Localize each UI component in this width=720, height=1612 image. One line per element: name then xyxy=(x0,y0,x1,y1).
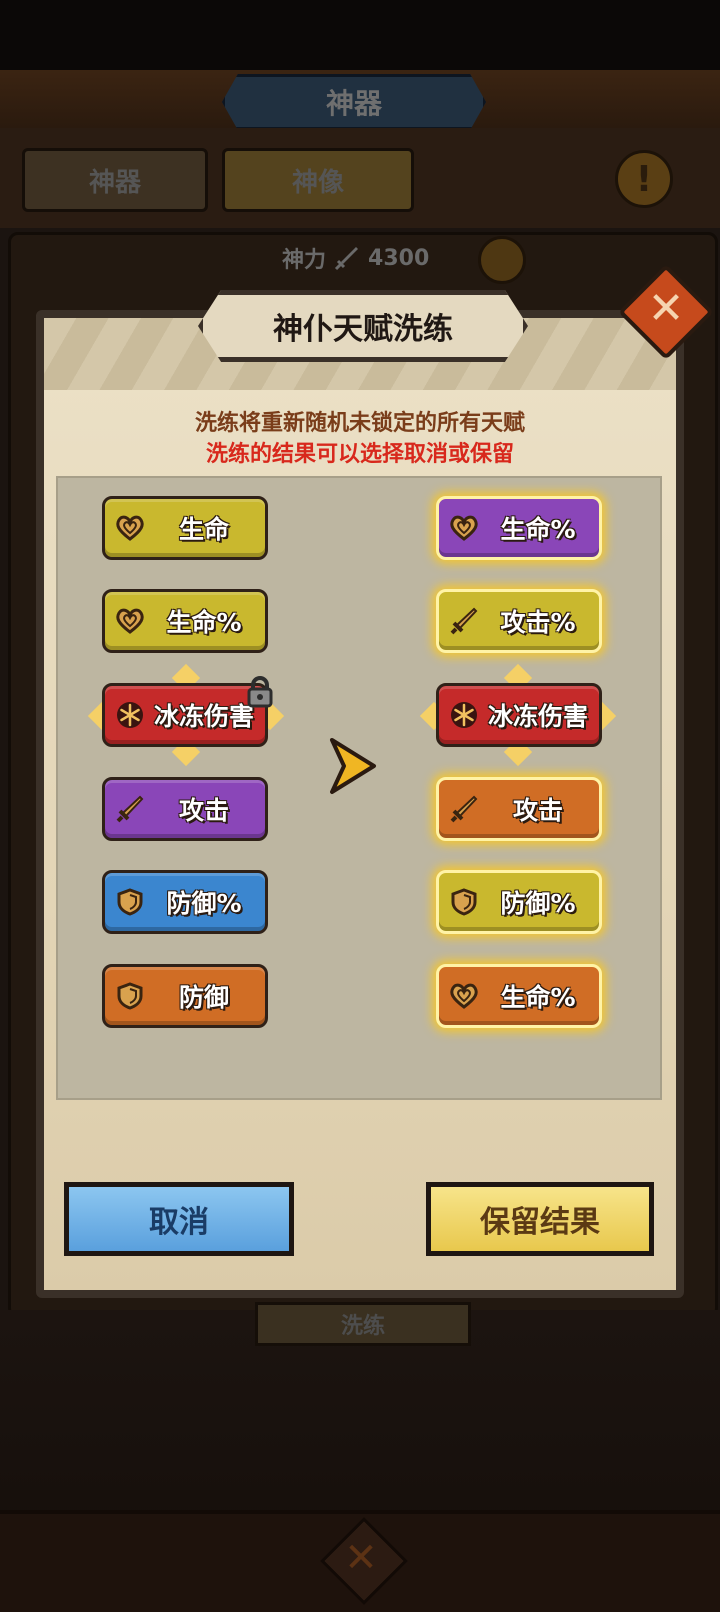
talent-label: 防御% xyxy=(166,889,242,918)
shield-icon xyxy=(113,979,147,1013)
power-display: 神力 4300 xyxy=(282,240,429,276)
new-talent-item[interactable]: 冰冻伤害 xyxy=(436,683,602,747)
description-line-1: 洗练将重新随机未锁定的所有天赋 xyxy=(194,411,525,436)
heart-icon xyxy=(447,511,481,545)
shield-icon xyxy=(447,885,481,919)
heart-icon xyxy=(113,604,147,638)
talent-label: 生命 xyxy=(178,515,229,544)
sword-icon xyxy=(447,604,481,638)
exclamation-icon[interactable]: ! xyxy=(615,150,673,208)
sword-icon xyxy=(113,792,147,826)
wash-button[interactable]: 洗练 xyxy=(255,1302,471,1346)
new-talent-item[interactable]: 生命% xyxy=(436,496,602,560)
keep-result-button[interactable]: 保留结果 xyxy=(426,1182,654,1256)
new-talent-item[interactable]: 生命% xyxy=(436,964,602,1028)
new-talent-item[interactable]: 攻击 xyxy=(436,777,602,841)
power-label: 神力 xyxy=(282,248,327,273)
cancel-button[interactable]: 取消 xyxy=(64,1182,294,1256)
screen-title-plate: 神器 xyxy=(222,74,486,130)
sword-icon xyxy=(447,792,481,826)
shield-icon xyxy=(113,885,147,919)
screen-title: 神器 xyxy=(325,87,382,120)
lock-icon[interactable] xyxy=(246,676,274,708)
sword-icon xyxy=(334,247,359,271)
heart-icon xyxy=(447,979,481,1013)
arrow-right-icon xyxy=(330,738,376,794)
talent-label: 攻击 xyxy=(512,796,563,825)
snowflake-icon xyxy=(113,698,147,732)
talent-label: 防御% xyxy=(500,889,576,918)
current-talent-item[interactable]: 冰冻伤害 xyxy=(102,683,268,747)
current-talent-item[interactable]: 防御% xyxy=(102,870,268,934)
dialog-title-banner: 神仆天赋洗练 xyxy=(198,290,528,362)
tab-artifact[interactable]: 神器 xyxy=(22,148,208,212)
new-talent-item[interactable]: 防御% xyxy=(436,870,602,934)
dialog-title: 神仆天赋洗练 xyxy=(273,312,453,347)
close-icon[interactable]: ✕ xyxy=(333,1530,389,1586)
new-talent-item[interactable]: 攻击% xyxy=(436,589,602,653)
current-talent-item[interactable]: 攻击 xyxy=(102,777,268,841)
talent-label: 生命% xyxy=(500,515,576,544)
tab-statue[interactable]: 神像 xyxy=(222,148,414,212)
power-value: 4300 xyxy=(368,245,430,271)
close-icon[interactable]: ✕ xyxy=(632,276,700,340)
talent-label: 攻击 xyxy=(178,796,229,825)
talent-label: 生命% xyxy=(500,983,576,1012)
status-bar xyxy=(0,0,720,70)
snowflake-icon xyxy=(447,698,481,732)
current-talent-item[interactable]: 防御 xyxy=(102,964,268,1028)
current-talent-item[interactable]: 生命 xyxy=(102,496,268,560)
description-line-2: 洗练的结果可以选择取消或保留 xyxy=(205,442,514,467)
talent-label: 生命% xyxy=(166,608,242,637)
talent-label: 防御 xyxy=(178,983,229,1012)
talent-label: 冰冻伤害 xyxy=(487,702,588,731)
magnifier-icon[interactable] xyxy=(478,236,526,284)
heart-icon xyxy=(113,511,147,545)
talent-label: 攻击% xyxy=(500,608,576,637)
current-talent-item[interactable]: 生命% xyxy=(102,589,268,653)
